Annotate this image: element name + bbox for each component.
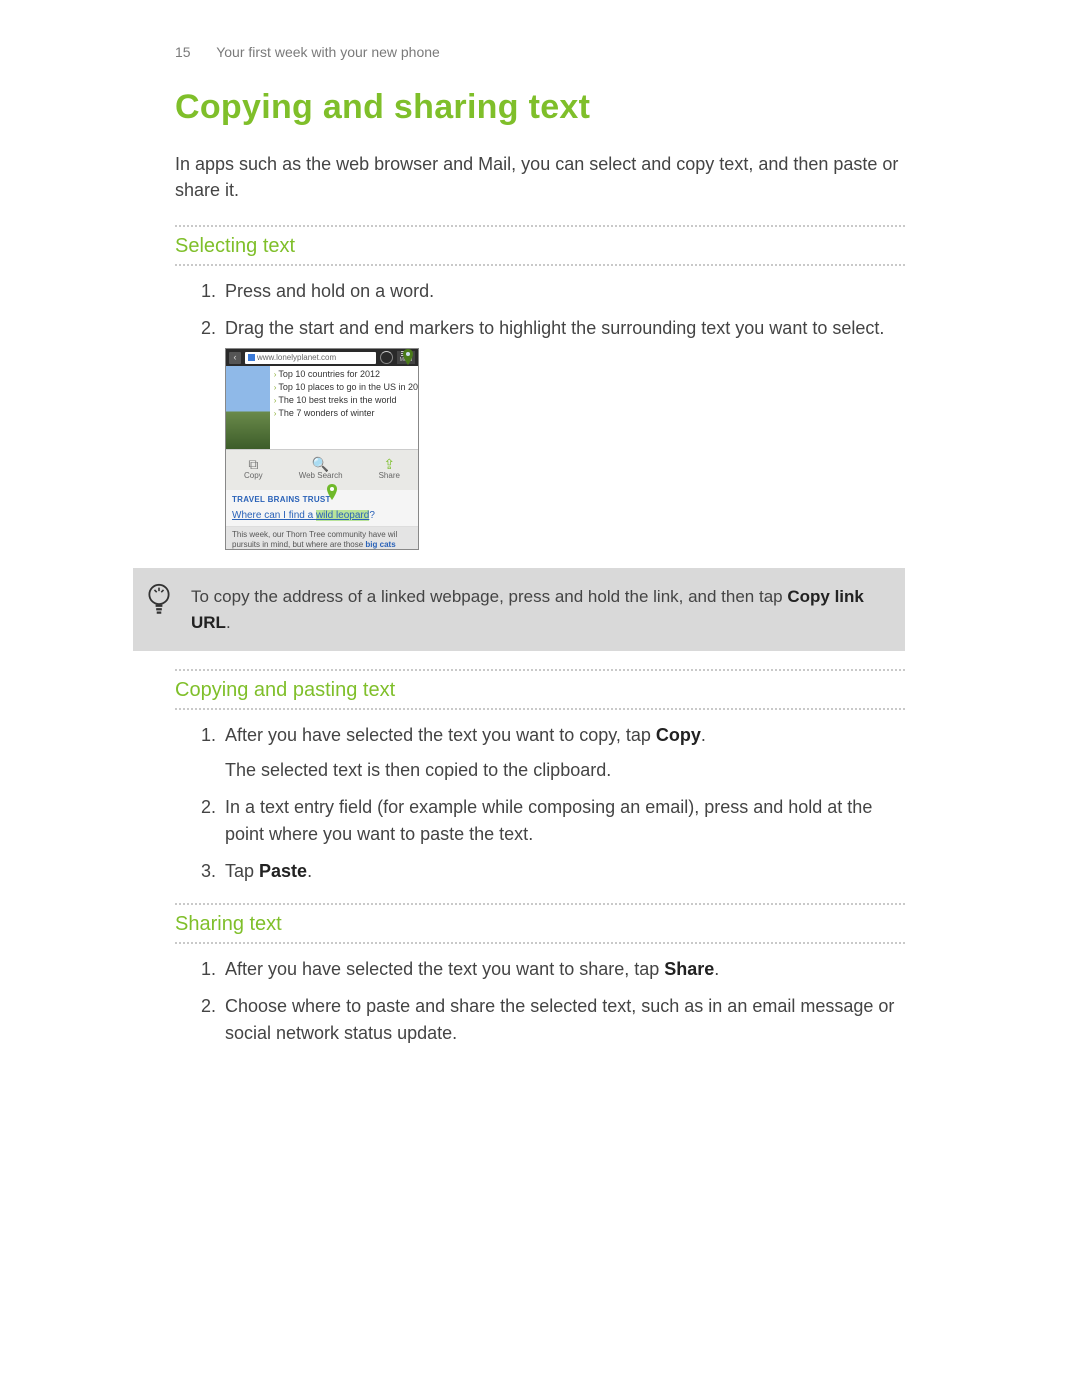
sharing-heading: Sharing text [175,913,905,936]
step-sub: The selected text is then copied to the … [225,757,905,784]
back-icon: ‹ [229,352,241,364]
section-sharing-header: Sharing text [175,903,905,944]
step-post: . [701,725,706,745]
copy-icon: ⧉ [244,458,263,470]
action-share: ⇪ Share [379,458,400,482]
q-pre: Where can I find a [232,510,316,521]
map-pin-icon [326,484,338,500]
step-text: Drag the start and end markers to highli… [225,318,884,338]
list-item: ›The 7 wonders of winter [274,407,418,420]
url-text: www.lonelyplanet.com [257,352,336,364]
section-copying-header: Copying and pasting text [175,669,905,710]
section-selecting-header: Selecting text [175,225,905,266]
footer-line: This week, our Thorn Tree community have… [232,530,412,540]
chapter-title: Your first week with your new phone [216,44,440,60]
action-copy: ⧉ Copy [244,458,263,482]
page-header: 15 Your first week with your new phone [175,44,905,60]
step-bold: Share [664,959,714,979]
lightbulb-icon [145,582,175,616]
step-post: . [714,959,719,979]
separator [175,669,905,671]
list-item: ›Top 10 places to go in the US in 20 [274,381,418,394]
shot-list: ›Top 10 countries for 2012 ›Top 10 place… [270,366,418,449]
separator [175,942,905,944]
action-label: Web Search [299,470,343,482]
shot-footer: This week, our Thorn Tree community have… [226,527,418,550]
search-icon: 🔍 [299,458,343,470]
step: Tap Paste. [221,858,905,885]
list-item: ›Top 10 countries for 2012 [274,368,418,381]
intro-paragraph: In apps such as the web browser and Mail… [175,151,905,203]
sharing-steps: After you have selected the text you wan… [175,956,905,1047]
map-pin-icon [402,349,414,365]
step: Drag the start and end markers to highli… [221,315,905,550]
q-post: ? [369,510,375,521]
tip-text-post: . [226,613,231,632]
share-icon: ⇪ [379,458,400,470]
separator [175,225,905,227]
action-label: Copy [244,470,263,482]
selecting-steps: Press and hold on a word. Drag the start… [175,278,905,550]
shot-action-bar: ⧉ Copy 🔍 Web Search ⇪ Share [226,449,418,490]
selecting-heading: Selecting text [175,235,905,258]
url-bar: www.lonelyplanet.com [245,352,376,364]
separator [175,264,905,266]
shot-body: ›Top 10 countries for 2012 ›Top 10 place… [226,366,418,449]
page-title: Copying and sharing text [175,88,905,127]
step-pre: After you have selected the text you wan… [225,725,656,745]
action-web-search: 🔍 Web Search [299,458,343,482]
footer-line: pursuits in mind, but where are those bi… [232,540,412,550]
step: Press and hold on a word. [221,278,905,305]
shot-trust: TRAVEL BRAINS TRUST [226,490,418,508]
step: In a text entry field (for example while… [221,794,905,848]
copying-heading: Copying and pasting text [175,679,905,702]
page-number: 15 [175,44,191,60]
step: After you have selected the text you wan… [221,722,905,784]
action-label: Share [379,470,400,482]
step-bold: Copy [656,725,701,745]
separator [175,708,905,710]
shot-photo [226,366,270,449]
tip-text-pre: To copy the address of a linked webpage,… [191,587,787,606]
example-screenshot: ‹ www.lonelyplanet.com Menu ›Top 10 coun… [225,348,419,550]
page: 15 Your first week with your new phone C… [0,0,1080,1397]
step-bold: Paste [259,861,307,881]
trust-label: TRAVEL BRAINS TRUST [232,495,331,504]
step-pre: Tap [225,861,259,881]
step: Choose where to paste and share the sele… [221,993,905,1047]
list-item: ›The 10 best treks in the world [274,394,418,407]
step-pre: After you have selected the text you wan… [225,959,664,979]
step-post: . [307,861,312,881]
separator [175,903,905,905]
reload-icon [380,351,393,364]
shot-question: Where can I find a wild leopard? [226,508,418,527]
tip-box: To copy the address of a linked webpage,… [133,568,905,651]
favicon-icon [248,354,255,361]
shot-toolbar: ‹ www.lonelyplanet.com Menu [226,349,418,366]
q-highlight: wild leopard [316,510,369,521]
copying-steps: After you have selected the text you wan… [175,722,905,885]
step: After you have selected the text you wan… [221,956,905,983]
